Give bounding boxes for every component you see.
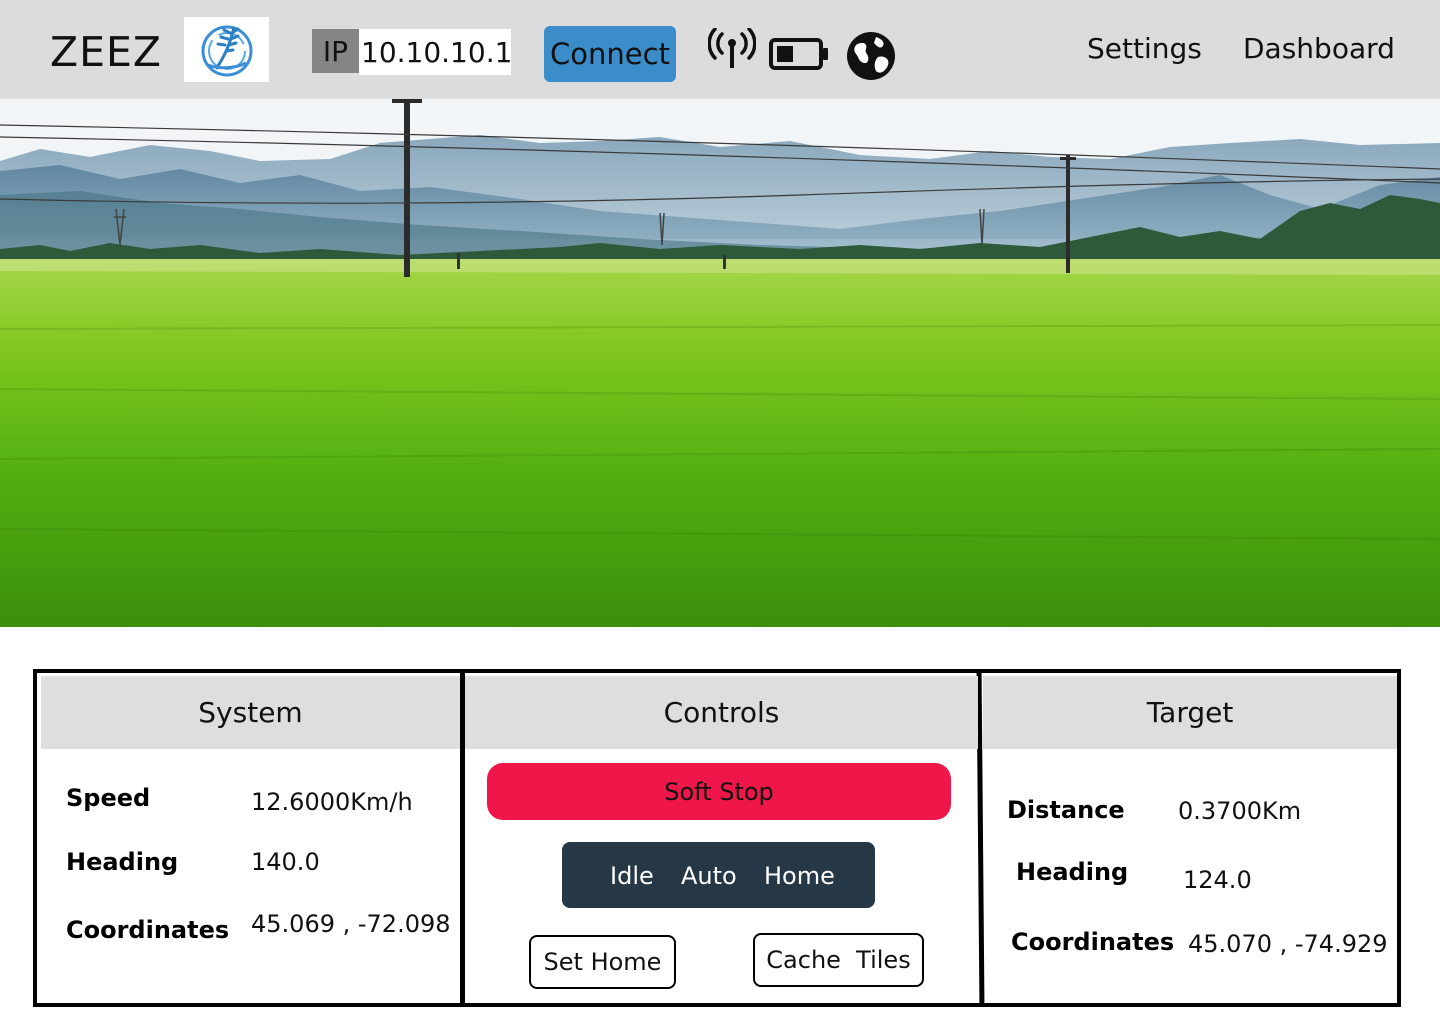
target-distance-value: 0.3700Km bbox=[1178, 797, 1302, 825]
target-coordinates-label: Coordinates bbox=[1011, 928, 1175, 956]
target-heading-value: 124.0 bbox=[1183, 866, 1252, 894]
set-home-button[interactable]: Set Home bbox=[529, 935, 676, 989]
connect-button[interactable]: Connect bbox=[544, 26, 676, 82]
top-navbar: ZEEZ IP Connect bbox=[0, 0, 1440, 99]
target-heading-label: Heading bbox=[1016, 858, 1129, 886]
soft-stop-button[interactable]: Soft Stop bbox=[487, 763, 951, 820]
field-landscape-image bbox=[0, 99, 1440, 627]
target-header: Target bbox=[983, 676, 1397, 749]
system-coordinates-value: 45.069 , -72.098 bbox=[251, 910, 451, 938]
nav-dashboard-link[interactable]: Dashboard bbox=[1243, 30, 1395, 68]
target-coordinates-value: 45.070 , -74.929 bbox=[1188, 930, 1388, 958]
system-coordinates-label: Coordinates bbox=[66, 916, 230, 944]
ip-label: IP bbox=[312, 29, 359, 73]
cache-tiles-button[interactable]: Cache Tiles bbox=[753, 933, 924, 987]
battery-icon bbox=[768, 36, 830, 72]
mode-home-button[interactable]: Home bbox=[764, 862, 835, 890]
system-heading-value: 140.0 bbox=[251, 848, 320, 876]
system-speed-label: Speed bbox=[66, 784, 151, 812]
nav-settings-link[interactable]: Settings bbox=[1087, 30, 1202, 68]
antenna-signal-icon bbox=[708, 28, 756, 72]
controls-header: Controls bbox=[465, 676, 978, 749]
globe-icon bbox=[846, 31, 896, 81]
mode-auto-button[interactable]: Auto bbox=[681, 862, 737, 890]
system-speed-value: 12.6000Km/h bbox=[251, 788, 413, 816]
brand-name: ZEEZ bbox=[50, 28, 162, 76]
system-heading-label: Heading bbox=[66, 848, 179, 876]
mode-idle-button[interactable]: Idle bbox=[610, 862, 654, 890]
system-header: System bbox=[41, 676, 460, 749]
ip-address-input[interactable] bbox=[359, 29, 511, 75]
wheat-logo-icon bbox=[184, 17, 269, 82]
target-distance-label: Distance bbox=[1007, 796, 1125, 824]
